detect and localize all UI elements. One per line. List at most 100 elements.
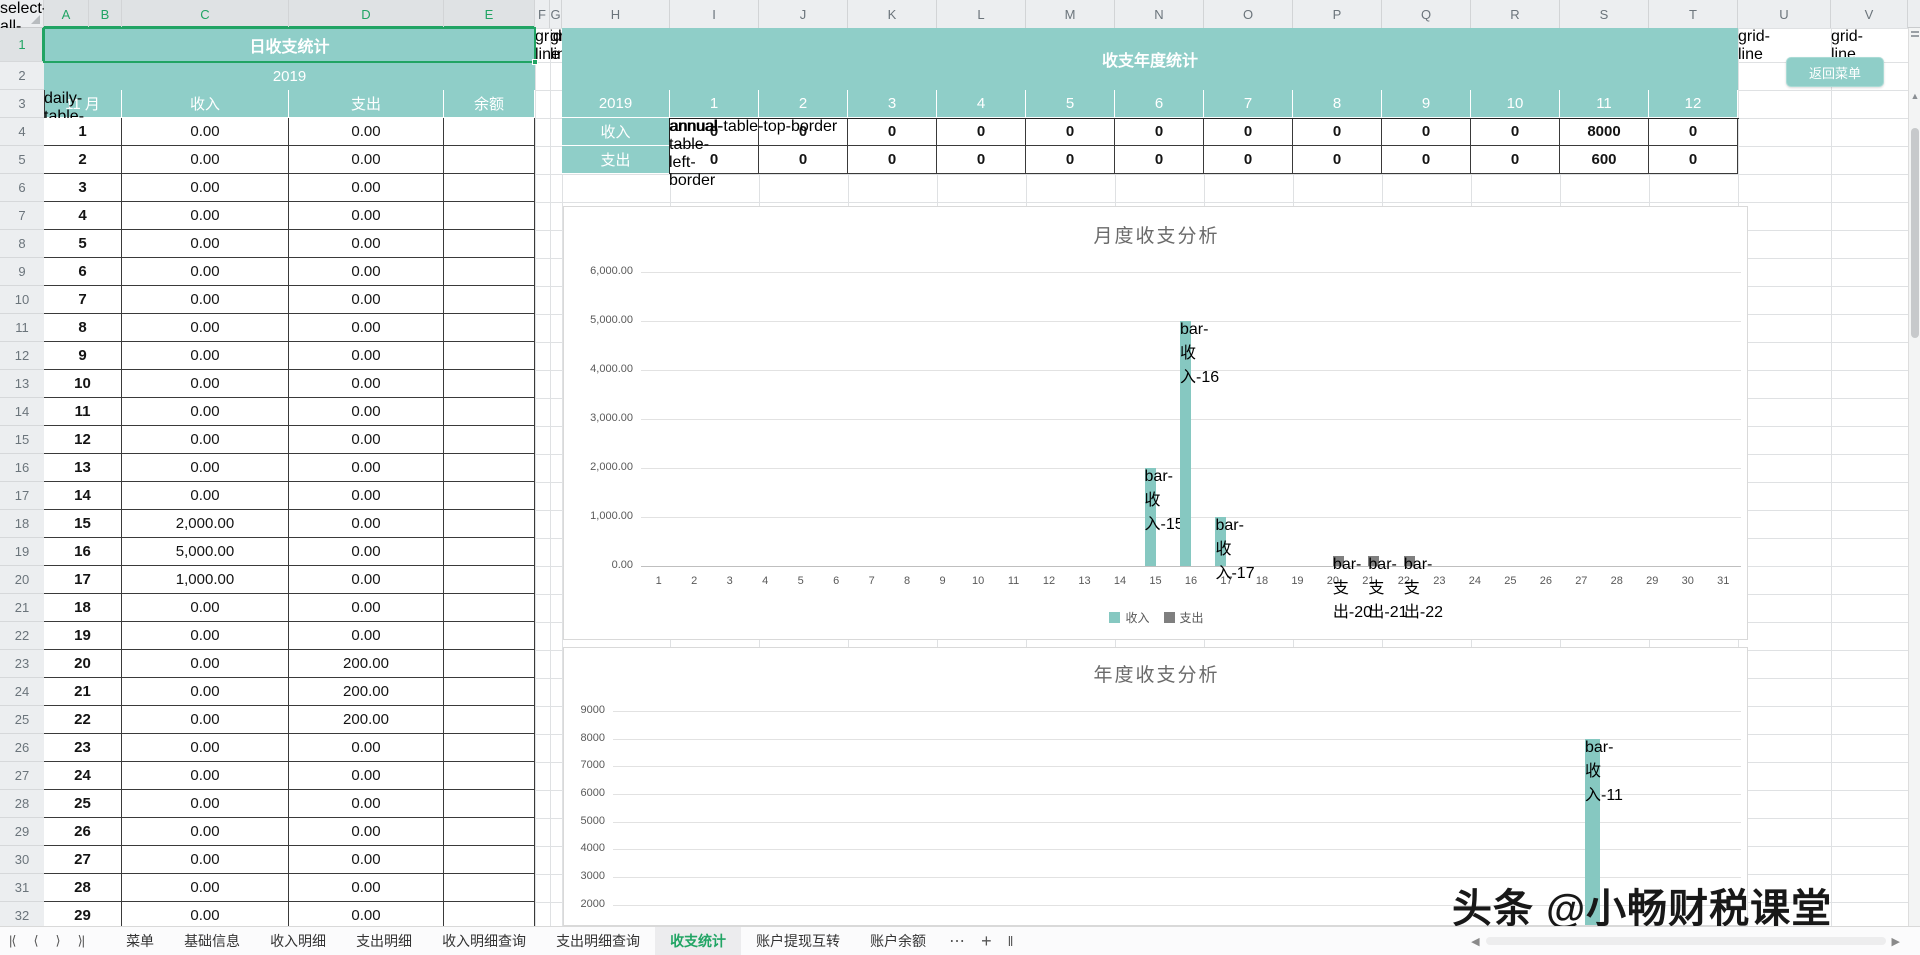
daily-cell-balance[interactable] xyxy=(444,566,535,594)
tab-账户余额[interactable]: 账户余额 xyxy=(855,927,941,955)
vertical-scrollbar[interactable]: ▲ xyxy=(1908,28,1920,926)
annual-cell-支出-11[interactable]: 600 xyxy=(1560,146,1649,174)
column-header-H[interactable]: H xyxy=(562,0,670,28)
row-header-13[interactable]: 13 xyxy=(0,370,44,398)
daily-cell-income[interactable]: 0.00 xyxy=(122,874,289,902)
daily-cell-income[interactable]: 0.00 xyxy=(122,230,289,258)
nav-last-icon[interactable]: ⟩| xyxy=(69,933,93,949)
daily-cell-day[interactable]: 28 xyxy=(44,874,122,902)
daily-cell-income[interactable]: 0.00 xyxy=(122,734,289,762)
more-sheets-icon[interactable]: ⋯ xyxy=(941,931,973,951)
column-header-E[interactable]: E xyxy=(444,0,535,28)
daily-cell-expense[interactable]: 0.00 xyxy=(289,286,444,314)
hscroll-right-icon[interactable]: ▶ xyxy=(1886,935,1906,948)
column-header-F[interactable]: F xyxy=(535,0,550,28)
daily-cell-balance[interactable] xyxy=(444,314,535,342)
daily-cell-income[interactable]: 0.00 xyxy=(122,650,289,678)
row-header-29[interactable]: 29 xyxy=(0,818,44,846)
daily-cell-day[interactable]: 27 xyxy=(44,846,122,874)
daily-cell-income[interactable]: 0.00 xyxy=(122,818,289,846)
tab-收入明细查询[interactable]: 收入明细查询 xyxy=(427,927,541,955)
chart-月度收支分析[interactable]: 月度收支分析 0.00 1,000.00 2,000.00 3,000.00 4,000.… xyxy=(563,206,1748,640)
daily-cell-day[interactable]: 4 xyxy=(44,202,122,230)
daily-cell-balance[interactable] xyxy=(444,370,535,398)
daily-cell-income[interactable]: 0.00 xyxy=(122,146,289,174)
daily-cell-balance[interactable] xyxy=(444,510,535,538)
annual-table-title[interactable]: 收支年度统计 xyxy=(562,28,1738,90)
column-header-N[interactable]: N xyxy=(1115,0,1204,28)
daily-cell-day[interactable]: 25 xyxy=(44,790,122,818)
daily-cell-balance[interactable] xyxy=(444,286,535,314)
daily-cell-balance[interactable] xyxy=(444,426,535,454)
daily-cell-expense[interactable]: 0.00 xyxy=(289,146,444,174)
annual-cell-收入-5[interactable]: 0 xyxy=(1026,118,1115,146)
split-handle-icon[interactable] xyxy=(1911,31,1919,33)
return-menu-button[interactable]: 返回菜单 xyxy=(1786,57,1884,87)
daily-cell-expense[interactable]: 200.00 xyxy=(289,650,444,678)
daily-cell-day[interactable]: 18 xyxy=(44,594,122,622)
daily-cell-balance[interactable] xyxy=(444,482,535,510)
row-header-8[interactable]: 8 xyxy=(0,230,44,258)
daily-cell-balance[interactable] xyxy=(444,734,535,762)
row-header-28[interactable]: 28 xyxy=(0,790,44,818)
annual-header-year[interactable]: 2019 xyxy=(562,90,670,118)
daily-cell-balance[interactable] xyxy=(444,230,535,258)
daily-table-year[interactable]: 2019 xyxy=(44,62,535,90)
daily-cell-balance[interactable] xyxy=(444,706,535,734)
hscroll-left-icon[interactable]: ◀ xyxy=(1465,935,1485,948)
row-header-14[interactable]: 14 xyxy=(0,398,44,426)
daily-cell-day[interactable]: 9 xyxy=(44,342,122,370)
daily-cell-balance[interactable] xyxy=(444,398,535,426)
column-header-T[interactable]: T xyxy=(1649,0,1738,28)
daily-cell-income[interactable]: 0.00 xyxy=(122,678,289,706)
column-header-V[interactable]: V xyxy=(1831,0,1908,28)
tab-收支统计[interactable]: 收支统计 xyxy=(655,927,742,955)
row-header-25[interactable]: 25 xyxy=(0,706,44,734)
daily-cell-expense[interactable]: 0.00 xyxy=(289,510,444,538)
row-header-26[interactable]: 26 xyxy=(0,734,44,762)
annual-cell-收入-7[interactable]: 0 xyxy=(1204,118,1293,146)
column-header-K[interactable]: K xyxy=(848,0,937,28)
vertical-scroll-thumb[interactable] xyxy=(1911,128,1919,338)
row-header-32[interactable]: 32 xyxy=(0,902,44,926)
annual-cell-支出-5[interactable]: 0 xyxy=(1026,146,1115,174)
column-header-L[interactable]: L xyxy=(937,0,1026,28)
annual-header-month-5[interactable]: 5 xyxy=(1026,90,1115,118)
daily-cell-balance[interactable] xyxy=(444,790,535,818)
daily-cell-income[interactable]: 0.00 xyxy=(122,342,289,370)
tab-账户提现互转[interactable]: 账户提现互转 xyxy=(741,927,855,955)
daily-cell-day[interactable]: 12 xyxy=(44,426,122,454)
daily-cell-balance[interactable] xyxy=(444,846,535,874)
daily-cell-income[interactable]: 5,000.00 xyxy=(122,538,289,566)
column-header-S[interactable]: S xyxy=(1560,0,1649,28)
row-header-9[interactable]: 9 xyxy=(0,258,44,286)
row-header-30[interactable]: 30 xyxy=(0,846,44,874)
daily-cell-income[interactable]: 0.00 xyxy=(122,706,289,734)
annual-cell-收入-6[interactable]: 0 xyxy=(1115,118,1204,146)
annual-cell-支出-2[interactable]: 0 xyxy=(759,146,848,174)
daily-cell-balance[interactable] xyxy=(444,622,535,650)
annual-header-month-8[interactable]: 8 xyxy=(1293,90,1382,118)
daily-cell-day[interactable]: 26 xyxy=(44,818,122,846)
row-header-27[interactable]: 27 xyxy=(0,762,44,790)
daily-header-balance[interactable]: 余额 xyxy=(444,90,535,118)
selection-handle[interactable] xyxy=(532,59,538,65)
row-header-22[interactable]: 22 xyxy=(0,622,44,650)
nav-prev-icon[interactable]: ⟨ xyxy=(24,933,46,949)
column-header-C[interactable]: C xyxy=(122,0,289,28)
daily-cell-day[interactable]: 2 xyxy=(44,146,122,174)
daily-cell-balance[interactable] xyxy=(444,454,535,482)
daily-cell-balance[interactable] xyxy=(444,874,535,902)
daily-cell-income[interactable]: 0.00 xyxy=(122,846,289,874)
annual-cell-支出-4[interactable]: 0 xyxy=(937,146,1026,174)
daily-cell-day[interactable]: 20 xyxy=(44,650,122,678)
daily-cell-expense[interactable]: 0.00 xyxy=(289,118,444,146)
row-header-4[interactable]: 4 xyxy=(0,118,44,146)
daily-cell-balance[interactable] xyxy=(444,818,535,846)
column-header-G[interactable]: G xyxy=(550,0,562,28)
daily-cell-day[interactable]: 29 xyxy=(44,902,122,926)
row-header-12[interactable]: 12 xyxy=(0,342,44,370)
row-header-23[interactable]: 23 xyxy=(0,650,44,678)
daily-cell-day[interactable]: 11 xyxy=(44,398,122,426)
column-header-P[interactable]: P xyxy=(1293,0,1382,28)
